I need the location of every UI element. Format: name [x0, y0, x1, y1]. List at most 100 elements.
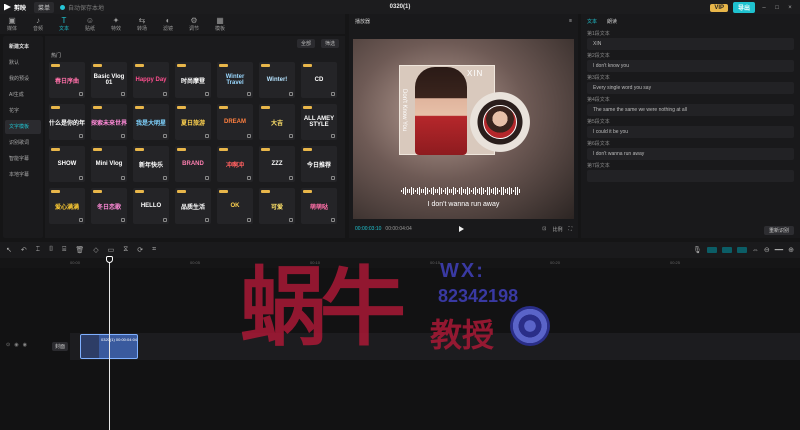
hide-track-icon[interactable]: ◉	[14, 342, 18, 348]
sidebar-item[interactable]: 新建文本	[5, 40, 41, 54]
text-template-tile[interactable]: ALL AMEY STYLE	[301, 104, 337, 140]
download-icon[interactable]	[121, 134, 125, 138]
text-template-tile[interactable]: 今日推荐	[301, 146, 337, 182]
zoom-out-icon[interactable]: ⊖	[764, 246, 770, 254]
tool-template[interactable]: ▦ 模板	[212, 16, 228, 32]
mute-track-icon[interactable]: ◉	[23, 342, 27, 348]
text-template-tile[interactable]: Winter Travel	[217, 62, 253, 98]
main-track[interactable]	[70, 333, 800, 360]
text-template-tile[interactable]: 新年快乐	[133, 146, 169, 182]
download-icon[interactable]	[289, 92, 293, 96]
player-menu-icon[interactable]: ≡	[569, 18, 572, 24]
subtitle-text-field[interactable]: XIN	[587, 38, 794, 50]
download-icon[interactable]	[205, 92, 209, 96]
microphone-icon[interactable]: 🎙	[693, 246, 702, 254]
download-icon[interactable]	[79, 92, 83, 96]
export-button[interactable]: 导出	[732, 2, 755, 13]
download-icon[interactable]	[163, 176, 167, 180]
text-template-tile[interactable]: Winter!	[259, 62, 295, 98]
text-template-tile[interactable]: BRAND	[175, 146, 211, 182]
close-icon[interactable]: ×	[786, 5, 794, 11]
download-icon[interactable]	[331, 134, 335, 138]
rotate-icon[interactable]: ⟳	[137, 246, 143, 254]
split-left-icon[interactable]: ⌷	[49, 246, 53, 254]
text-template-tile[interactable]: 可爱	[259, 188, 295, 224]
crop-icon[interactable]: ⊡	[542, 226, 546, 233]
sidebar-item[interactable]: AI生成	[5, 88, 41, 102]
filter-button[interactable]: 筛选	[320, 38, 339, 48]
download-icon[interactable]	[205, 218, 209, 222]
text-template-tile[interactable]: 时尚摩登	[175, 62, 211, 98]
download-icon[interactable]	[331, 176, 335, 180]
text-template-tile[interactable]: Mini Vlog	[91, 146, 127, 182]
tool-transition[interactable]: ⇆ 转场	[134, 16, 150, 32]
vip-button[interactable]: VIP	[710, 3, 728, 12]
tool-sticker[interactable]: ☺ 贴纸	[82, 16, 98, 32]
filter-all-button[interactable]: 全部	[296, 38, 315, 48]
maximize-icon[interactable]: □	[773, 5, 781, 11]
split-right-icon[interactable]: ⌸	[62, 246, 66, 254]
text-template-tile[interactable]: 大吉	[259, 104, 295, 140]
tool-audio[interactable]: ♪ 音频	[30, 16, 46, 32]
fullscreen-icon[interactable]: ⛶	[568, 226, 572, 233]
download-icon[interactable]	[205, 134, 209, 138]
tool-effects[interactable]: ✦ 特效	[108, 16, 124, 32]
download-icon[interactable]	[79, 134, 83, 138]
text-template-tile[interactable]: Basic Vlog 01	[91, 62, 127, 98]
text-template-tile[interactable]: 冬日恋歌	[91, 188, 127, 224]
select-tool-icon[interactable]: ↖	[6, 246, 12, 254]
playhead-handle[interactable]	[106, 256, 113, 263]
cover-button[interactable]: 封面	[52, 342, 69, 351]
time-ruler[interactable]: 00:00 00:05 00:10 00:15 00:20 00:25	[0, 258, 800, 268]
download-icon[interactable]	[331, 218, 335, 222]
delete-icon[interactable]: 🗑	[75, 246, 84, 254]
text-template-tile[interactable]: 品质生活	[175, 188, 211, 224]
menu-button[interactable]: 菜单	[34, 1, 55, 13]
text-template-tile[interactable]: 春日序曲	[49, 62, 85, 98]
download-icon[interactable]	[289, 176, 293, 180]
sidebar-item[interactable]: 识别歌词	[5, 136, 41, 150]
subtitle-text-field[interactable]: I could it be you	[587, 126, 794, 138]
preview-frame[interactable]: XIN Don't Know You I don't wanna run awa…	[353, 39, 574, 219]
zoom-slider[interactable]: ━━	[775, 246, 783, 254]
inspector-tab[interactable]: 文本	[587, 18, 597, 25]
text-template-tile[interactable]: CD	[301, 62, 337, 98]
subtitle-text-field[interactable]: I don't know you	[587, 60, 794, 72]
text-template-tile[interactable]: 探索未来世界	[91, 104, 127, 140]
re-recognize-button[interactable]: 重新识别	[763, 226, 794, 235]
sidebar-item[interactable]: 我的预设	[5, 72, 41, 86]
lock-track-icon[interactable]: ⊙	[6, 342, 10, 348]
text-template-tile[interactable]: 萌萌哒	[301, 188, 337, 224]
download-icon[interactable]	[247, 134, 251, 138]
auto-snap-toggle[interactable]	[721, 247, 732, 253]
sidebar-item[interactable]: 智能字幕	[5, 152, 41, 166]
minimize-icon[interactable]: –	[760, 5, 768, 11]
download-icon[interactable]	[121, 92, 125, 96]
playhead[interactable]	[109, 258, 110, 430]
marker-icon[interactable]: ◇	[93, 246, 98, 254]
text-template-tile[interactable]: 夏日旅游	[175, 104, 211, 140]
sidebar-item[interactable]: 花字	[5, 104, 41, 118]
tool-adjust[interactable]: ⚙ 调节	[186, 16, 202, 32]
download-icon[interactable]	[331, 92, 335, 96]
download-icon[interactable]	[289, 134, 293, 138]
download-icon[interactable]	[79, 176, 83, 180]
download-icon[interactable]	[205, 176, 209, 180]
ratio-button[interactable]: 比例	[552, 226, 562, 233]
tool-filter[interactable]: ◐ 滤镜	[160, 16, 176, 32]
text-template-tile[interactable]: ZZZ	[259, 146, 295, 182]
download-icon[interactable]	[247, 218, 251, 222]
tool-text[interactable]: T 文本	[56, 16, 72, 32]
text-template-tile[interactable]: SHOW	[49, 146, 85, 182]
freeze-icon[interactable]: ▭	[108, 246, 115, 254]
play-icon[interactable]	[459, 226, 464, 232]
download-icon[interactable]	[247, 92, 251, 96]
download-icon[interactable]	[163, 92, 167, 96]
download-icon[interactable]	[289, 218, 293, 222]
text-template-tile[interactable]: 我是大明星	[133, 104, 169, 140]
text-template-tile[interactable]: 爱心满满	[49, 188, 85, 224]
subtitle-text-field[interactable]: The same the same we were nothing at all	[587, 104, 794, 116]
preview-axis-icon[interactable]: ⇔	[752, 247, 759, 254]
zoom-in-icon[interactable]: ⊕	[788, 246, 794, 254]
main-track-magnet-toggle[interactable]	[706, 247, 717, 253]
